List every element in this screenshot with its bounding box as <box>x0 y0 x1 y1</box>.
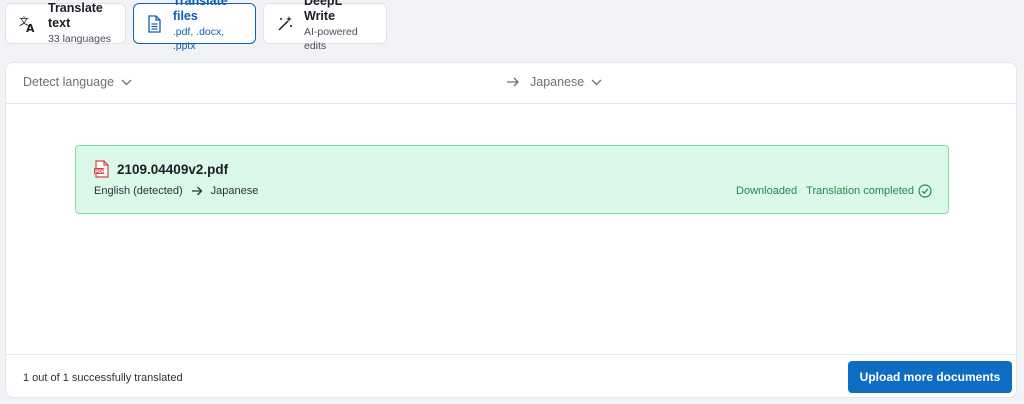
file-status: Downloaded Translation completed <box>736 184 932 198</box>
tab-subtitle: 33 languages <box>48 33 112 45</box>
tab-title: DeepL Write <box>304 0 342 23</box>
translate-icon: 文 A <box>18 14 38 34</box>
svg-text:A: A <box>26 22 35 34</box>
panel-footer: 1 out of 1 successfully translated Uploa… <box>6 354 1016 397</box>
source-language: English (detected) <box>94 185 183 197</box>
source-language-selector[interactable]: Detect language <box>23 75 132 89</box>
language-pair: English (detected) Japanese <box>94 185 258 197</box>
language-bar: Detect language Japanese <box>6 63 1016 104</box>
target-language: Japanese <box>210 185 259 197</box>
target-language-selector[interactable]: Japanese <box>530 75 602 89</box>
translation-panel: Detect language Japanese PDF 2109.04409v… <box>5 62 1017 398</box>
pdf-file-icon: PDF <box>94 160 111 178</box>
arrow-right-icon <box>506 77 520 87</box>
translation-summary: 1 out of 1 successfully translated <box>23 372 183 384</box>
document-icon <box>146 14 163 34</box>
downloaded-link[interactable]: Downloaded <box>736 185 797 197</box>
chevron-down-icon <box>591 79 602 86</box>
chevron-down-icon <box>121 79 132 86</box>
arrow-right-icon <box>191 186 203 196</box>
magic-wand-icon <box>276 14 294 34</box>
upload-more-button[interactable]: Upload more documents <box>848 361 1012 393</box>
tab-deepl-write[interactable]: DeepL Write AI-powered edits <box>263 0 387 52</box>
target-language-area: Japanese <box>506 75 602 89</box>
file-name-row: PDF 2109.04409v2.pdf <box>94 160 228 178</box>
check-circle-icon <box>918 184 932 198</box>
product-tabs: 文 A Translate text 33 languages Translat… <box>5 0 387 52</box>
file-name: 2109.04409v2.pdf <box>117 161 229 177</box>
source-language-label: Detect language <box>23 75 115 89</box>
tab-translate-files[interactable]: Translate files .pdf, .docx, .pptx <box>133 0 256 52</box>
tab-title: Translate files <box>172 0 228 23</box>
translation-status: Translation completed <box>806 185 914 197</box>
tab-subtitle: AI-powered edits <box>304 26 358 52</box>
svg-text:PDF: PDF <box>95 169 105 175</box>
tab-subtitle: .pdf, .docx, .pptx <box>172 26 225 52</box>
target-language-label: Japanese <box>530 75 585 89</box>
file-card: PDF 2109.04409v2.pdf English (detected) … <box>75 145 949 214</box>
tab-title: Translate text <box>48 1 103 30</box>
tab-translate-text[interactable]: 文 A Translate text 33 languages <box>5 1 126 45</box>
